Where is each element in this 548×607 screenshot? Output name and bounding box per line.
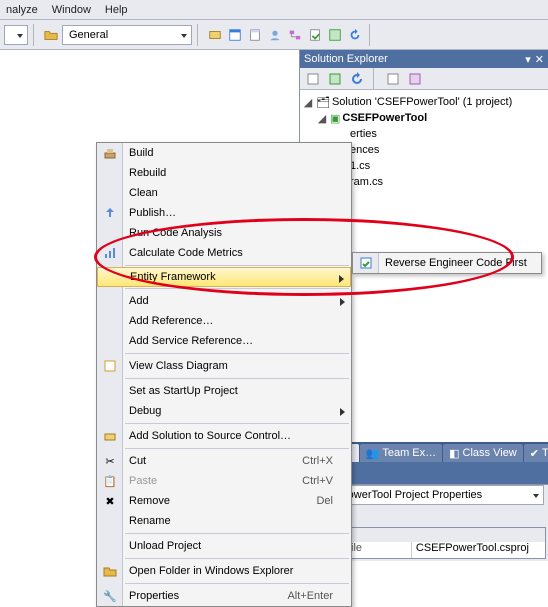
- entity-framework-submenu: Reverse Engineer Code First: [352, 252, 542, 274]
- toolbox-icon[interactable]: [206, 26, 224, 44]
- metrics-icon: [102, 245, 118, 261]
- ctx-rebuild[interactable]: Rebuild: [97, 163, 351, 183]
- folder-icon: [102, 563, 118, 579]
- menu-bar: nalyze Window Help: [0, 0, 548, 20]
- submenu-arrow-icon: [339, 275, 344, 283]
- ctx-add-service-reference[interactable]: Add Service Reference…: [97, 331, 351, 351]
- solution-label: Solution 'CSEFPowerTool' (1 project): [332, 96, 512, 108]
- tab-test-view[interactable]: ✔Test View: [524, 444, 548, 462]
- ctx-publish[interactable]: Publish…: [97, 203, 351, 223]
- context-menu: Build Rebuild Clean Publish… Run Code An…: [96, 142, 352, 607]
- tab-class-view[interactable]: ◧Class View: [443, 444, 523, 462]
- ctx-add-reference[interactable]: Add Reference…: [97, 311, 351, 331]
- ctx-debug[interactable]: Debug: [97, 401, 351, 421]
- tab-team-explorer[interactable]: 👥Team Ex…: [360, 444, 443, 462]
- source-control-icon: [102, 428, 118, 444]
- ctx-clean[interactable]: Clean: [97, 183, 351, 203]
- ctx-rename[interactable]: Rename: [97, 511, 351, 531]
- chevron-down-icon[interactable]: ▾: [525, 53, 531, 66]
- tree-project-row[interactable]: ◢ ▣ CSEFPowerTool: [302, 110, 546, 126]
- refresh-small-icon[interactable]: [348, 70, 366, 88]
- tree-row[interactable]: erties: [302, 126, 546, 142]
- tool-bar: General: [0, 20, 548, 50]
- ctx-properties[interactable]: 🔧 PropertiesAlt+Enter: [97, 586, 351, 606]
- class-view-icon[interactable]: [286, 26, 304, 44]
- tree-solution-row[interactable]: ◢ 🗂 Solution 'CSEFPowerTool' (1 project): [302, 94, 546, 110]
- refresh-icon[interactable]: [346, 26, 364, 44]
- publish-icon: [102, 205, 118, 221]
- ctx-view-class-diagram[interactable]: View Class Diagram: [97, 356, 351, 376]
- menu-help[interactable]: Help: [105, 4, 128, 16]
- folder-open-icon[interactable]: [42, 26, 60, 44]
- menu-window[interactable]: Window: [52, 4, 91, 16]
- start-page-icon[interactable]: [226, 26, 244, 44]
- code-first-icon: [358, 255, 374, 271]
- ctx-add-source-control[interactable]: Add Solution to Source Control…: [97, 426, 351, 446]
- solution-explorer-icon[interactable]: [246, 26, 264, 44]
- ctx-unload-project[interactable]: Unload Project: [97, 536, 351, 556]
- ctx-set-startup[interactable]: Set as StartUp Project: [97, 381, 351, 401]
- ctx-open-in-explorer[interactable]: Open Folder in Windows Explorer: [97, 561, 351, 581]
- ctx-calculate-code-metrics[interactable]: Calculate Code Metrics: [97, 243, 351, 263]
- project-label: CSEFPowerTool: [342, 112, 427, 124]
- menu-analyze[interactable]: nalyze: [6, 4, 38, 16]
- ctx-paste: 📋 PasteCtrl+V: [97, 471, 351, 491]
- show-all-icon[interactable]: [326, 70, 344, 88]
- ctx-remove[interactable]: ✖ RemoveDel: [97, 491, 351, 511]
- ctx-reverse-engineer-code-first[interactable]: Reverse Engineer Code First: [353, 253, 541, 273]
- ctx-add[interactable]: Add: [97, 291, 351, 311]
- solution-explorer-toolbar: [300, 68, 548, 90]
- csproj-icon: ▣: [330, 112, 340, 125]
- submenu-arrow-icon: [340, 408, 345, 416]
- view-designer-icon[interactable]: [406, 70, 424, 88]
- ctx-cut[interactable]: ✂ CutCtrl+X: [97, 451, 351, 471]
- paste-icon: 📋: [102, 473, 118, 489]
- solution-explorer-title-bar: Solution Explorer ▾ ✕: [300, 50, 548, 68]
- ctx-entity-framework[interactable]: Entity Framework: [97, 267, 351, 287]
- object-browser-icon[interactable]: [326, 26, 344, 44]
- wrench-icon: 🔧: [102, 588, 118, 604]
- ctx-run-code-analysis[interactable]: Run Code Analysis: [97, 223, 351, 243]
- build-icon: [102, 145, 118, 161]
- close-icon[interactable]: ✕: [535, 53, 544, 66]
- class-diagram-icon: [102, 358, 118, 374]
- ctx-build[interactable]: Build: [97, 143, 351, 163]
- view-code-icon[interactable]: [384, 70, 402, 88]
- properties-value: CSEFPowerTool.csproj: [412, 542, 533, 558]
- team-explorer-icon[interactable]: [266, 26, 284, 44]
- cut-icon: ✂: [102, 453, 118, 469]
- solution-explorer-title: Solution Explorer: [304, 53, 388, 65]
- properties-icon[interactable]: [306, 26, 324, 44]
- submenu-arrow-icon: [340, 298, 345, 306]
- dropdown-general-label: General: [69, 29, 108, 41]
- properties-small-icon[interactable]: [304, 70, 322, 88]
- dropdown-general[interactable]: General: [62, 25, 192, 45]
- dropdown-unknown[interactable]: [4, 25, 28, 45]
- remove-icon: ✖: [102, 493, 118, 509]
- solution-icon: 🗂: [316, 96, 330, 109]
